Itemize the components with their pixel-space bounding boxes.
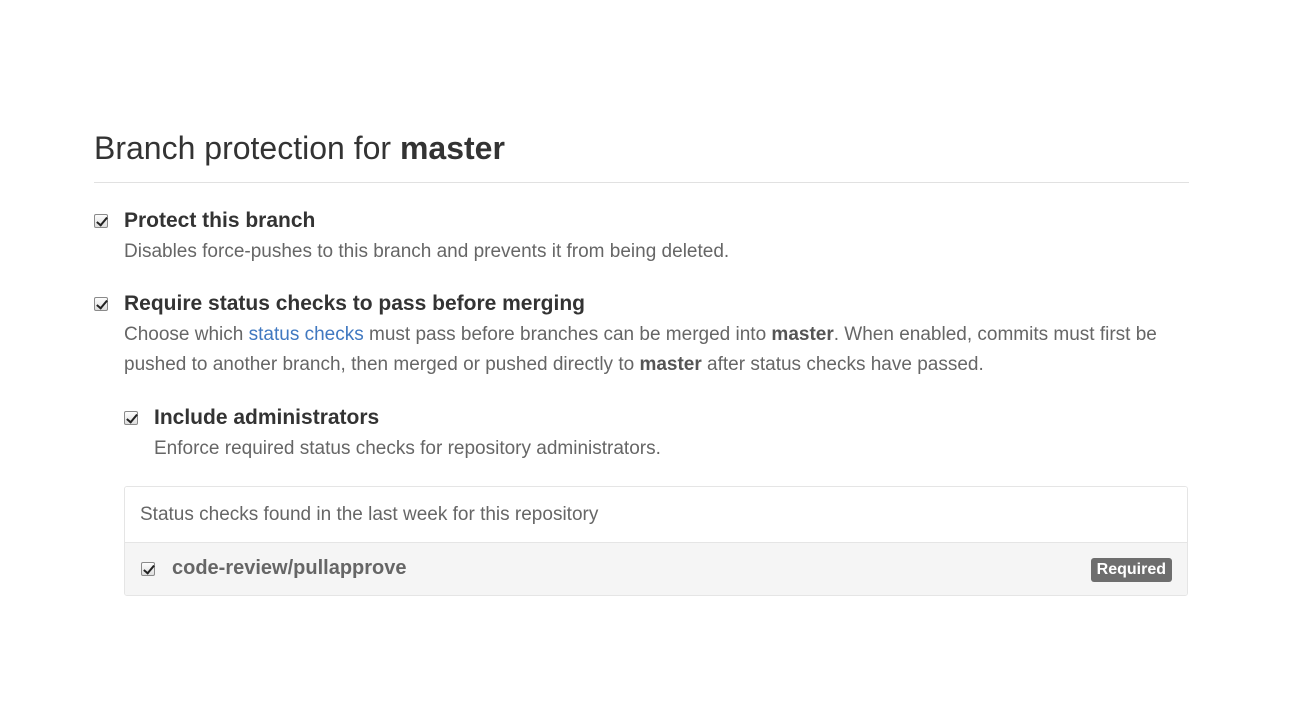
require-status-checks-checkbox[interactable]	[94, 297, 108, 311]
include-administrators-description: Enforce required status checks for repos…	[154, 438, 661, 459]
desc-text: after status checks have passed.	[701, 354, 984, 375]
protect-branch-label: Protect this branch	[124, 209, 316, 232]
require-status-checks-option: Require status checks to pass before mer…	[94, 292, 1194, 382]
protect-branch-checkbox[interactable]	[94, 214, 108, 228]
include-administrators-option: Include administrators Enforce required …	[124, 406, 1124, 466]
require-status-checks-label: Require status checks to pass before mer…	[124, 292, 585, 315]
protect-branch-description: Disables force-pushes to this branch and…	[124, 241, 730, 262]
title-prefix: Branch protection for	[94, 130, 400, 166]
status-check-checkbox[interactable]	[141, 562, 155, 576]
desc-text: . When enabled, commits must first be	[833, 324, 1157, 345]
page-title: Branch protection for master	[94, 128, 1189, 168]
branch-name: master	[771, 324, 834, 345]
status-checks-link[interactable]: status checks	[249, 324, 364, 345]
status-check-name: code-review/pullapprove	[172, 557, 407, 579]
require-status-checks-description-line1: Choose which status checks must pass bef…	[124, 320, 1157, 350]
status-checks-panel: Status checks found in the last week for…	[124, 486, 1188, 596]
desc-text: must pass before branches can be merged …	[363, 324, 772, 345]
include-administrators-checkbox[interactable]	[124, 411, 138, 425]
required-badge: Required	[1090, 558, 1172, 582]
status-checks-panel-heading: Status checks found in the last week for…	[125, 487, 1187, 543]
title-branch-name: master	[399, 130, 505, 166]
desc-text: pushed to another branch, then merged or…	[124, 354, 640, 375]
branch-protection-page: Branch protection for master Protect thi…	[0, 0, 1290, 728]
branch-name: master	[639, 354, 702, 375]
require-status-checks-description-line2: pushed to another branch, then merged or…	[124, 350, 984, 380]
status-check-row[interactable]: code-review/pullapprove Required	[125, 543, 1187, 595]
protect-branch-option: Protect this branch Disables force-pushe…	[94, 209, 1194, 269]
include-administrators-label: Include administrators	[154, 406, 380, 429]
desc-text: Choose which	[124, 324, 249, 345]
page-header: Branch protection for master	[94, 128, 1189, 183]
